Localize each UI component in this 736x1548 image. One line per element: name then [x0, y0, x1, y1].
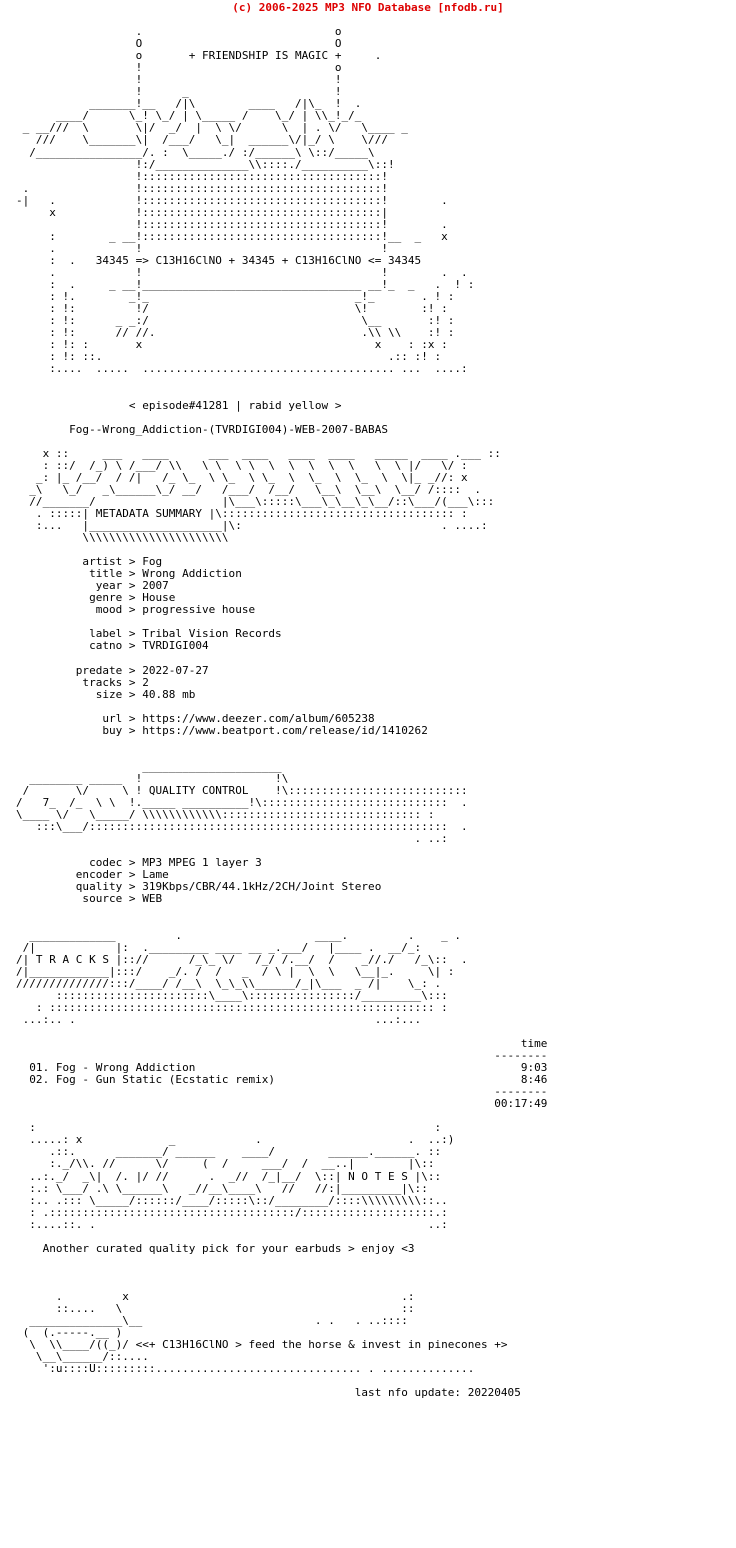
nfodb-copyright-header: (c) 2006-2025 MP3 NFO Database [nfodb.ru… — [232, 1, 504, 14]
nfo-art-body: . o O O o + FRIENDSHIP IS MAGIC + . ! o — [16, 25, 548, 1400]
